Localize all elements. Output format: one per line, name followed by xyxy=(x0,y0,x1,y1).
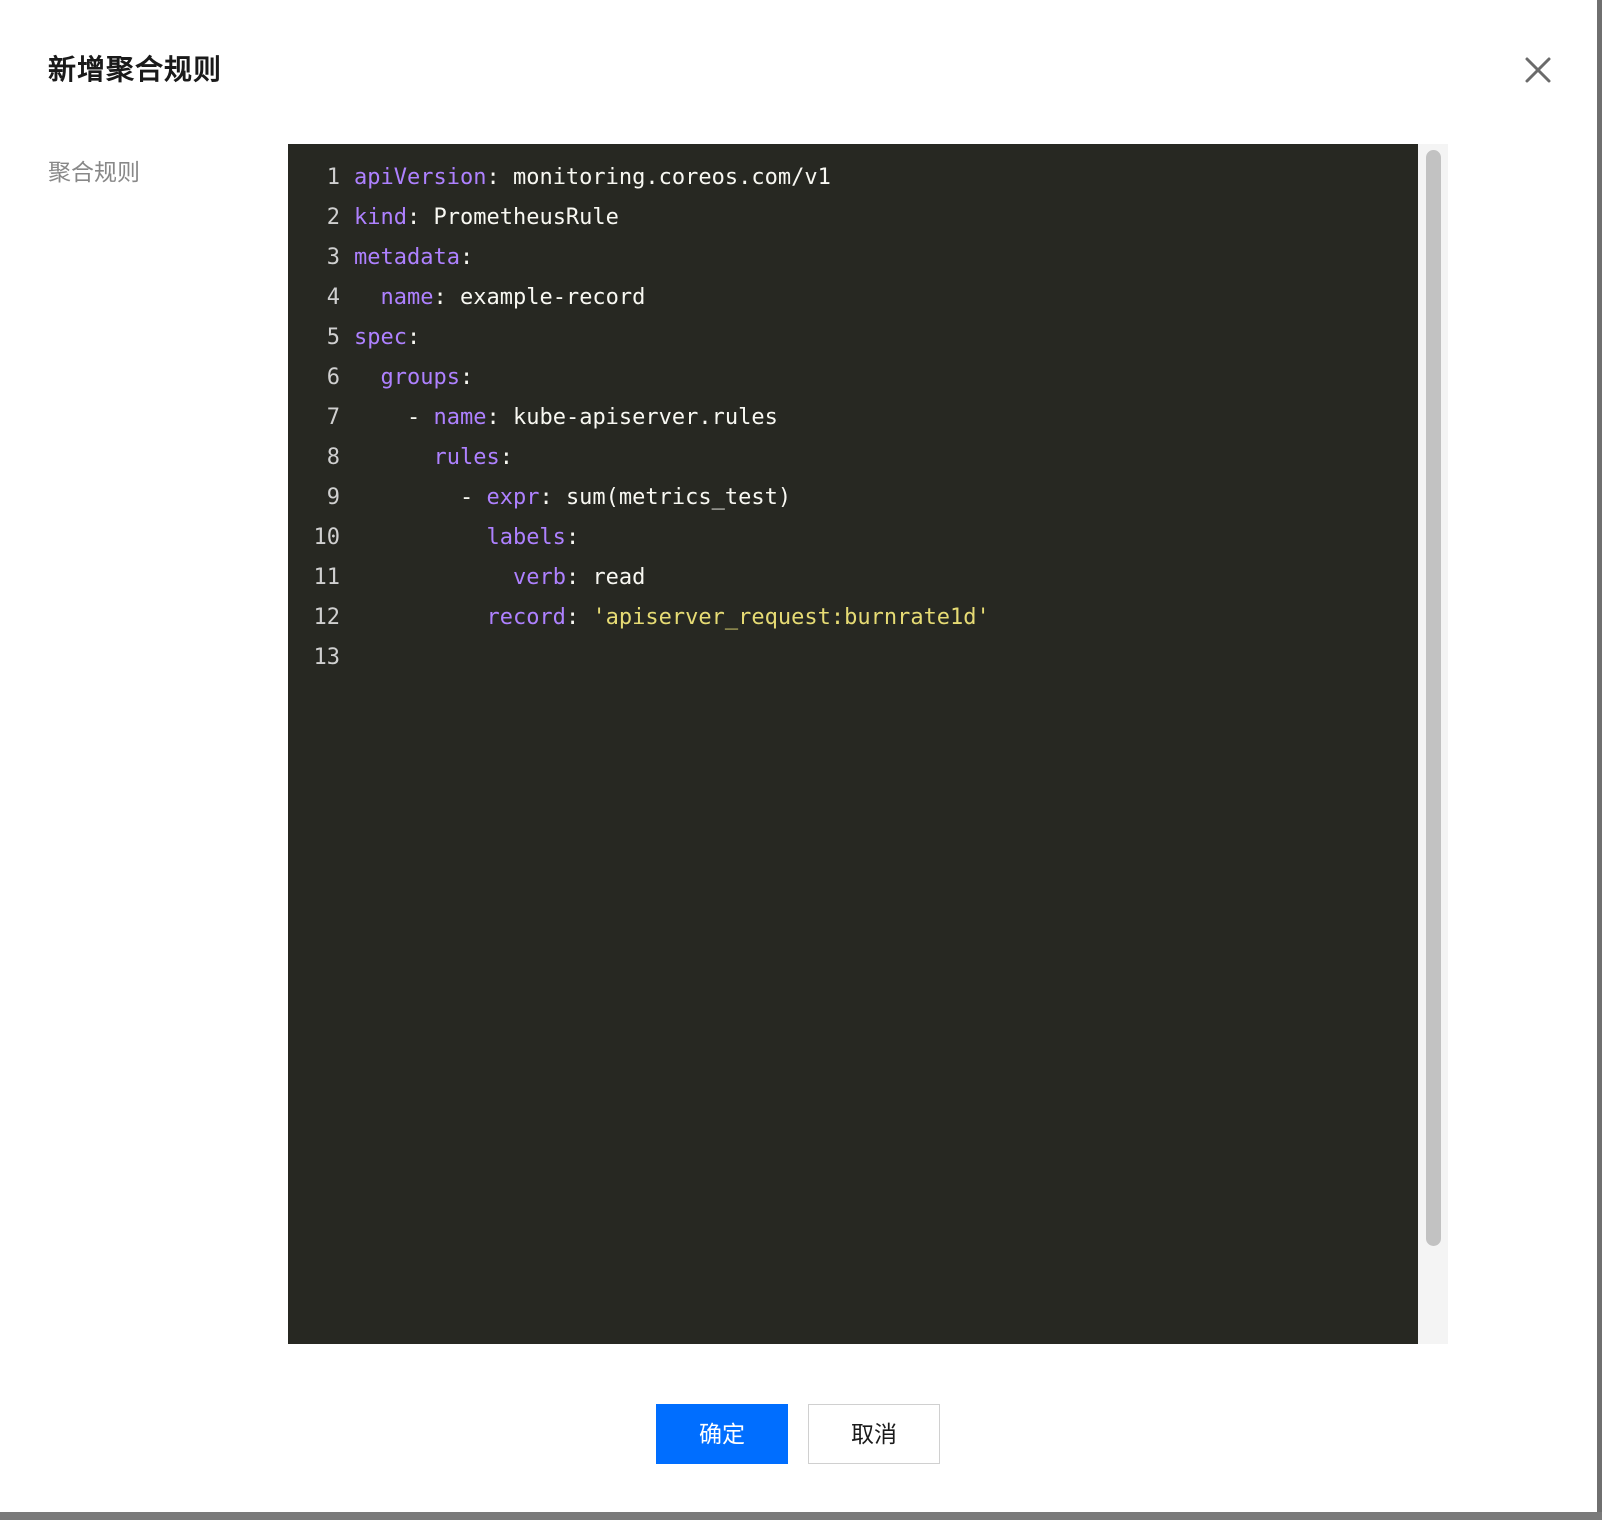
line-code: kind: PrometheusRule xyxy=(340,198,619,238)
line-code: verb: read xyxy=(340,558,645,598)
code-token: : xyxy=(499,445,513,470)
code-token: read xyxy=(592,565,646,590)
code-token: 'apiserver_request:burnrate1d' xyxy=(592,605,990,630)
line-number: 12 xyxy=(313,605,341,630)
code-token: name xyxy=(380,285,434,310)
code-line[interactable]: 8 rules: xyxy=(288,438,1388,478)
code-line[interactable]: 6 groups: xyxy=(288,358,1388,398)
code-line[interactable]: 7 - name: kube-apiserver.rules xyxy=(288,398,1388,438)
line-code: record: 'apiserver_request:burnrate1d' xyxy=(340,598,990,638)
line-code: rules: xyxy=(340,438,513,478)
line-number: 7 xyxy=(326,405,340,430)
code-line[interactable]: 5 spec: xyxy=(288,318,1388,358)
code-token: rules xyxy=(433,445,500,470)
code-token: - xyxy=(354,405,434,430)
code-token: name xyxy=(433,405,487,430)
code-token: : xyxy=(565,565,593,590)
code-editor[interactable]: 1 apiVersion: monitoring.coreos.com/v1 2 ki… xyxy=(288,144,1418,1344)
editor-lines: 1 apiVersion: monitoring.coreos.com/v1 2 ki… xyxy=(288,158,1388,678)
line-code: spec: xyxy=(340,318,420,358)
line-code: - name: kube-apiserver.rules xyxy=(340,398,778,438)
cancel-button[interactable]: 取消 xyxy=(808,1404,940,1464)
backdrop-edge xyxy=(1597,0,1602,1512)
code-token: : xyxy=(433,285,460,310)
code-line[interactable]: 11 verb: read xyxy=(288,558,1388,598)
line-number: 13 xyxy=(313,645,341,670)
code-token: verb xyxy=(512,565,566,590)
line-number: 8 xyxy=(326,445,340,470)
code-line[interactable]: 4 name: example-record xyxy=(288,278,1388,318)
code-token: : xyxy=(486,405,513,430)
confirm-button[interactable]: 确定 xyxy=(656,1404,788,1464)
code-token: spec xyxy=(354,325,407,350)
dialog-title: 新增聚合规则 xyxy=(48,53,223,86)
code-line[interactable]: 2 kind: PrometheusRule xyxy=(288,198,1388,238)
line-number: 11 xyxy=(313,565,341,590)
code-token: : xyxy=(539,485,566,510)
line-number: 4 xyxy=(326,285,340,310)
line-number: 2 xyxy=(326,205,340,230)
code-token: apiVersion xyxy=(354,165,487,190)
code-line[interactable]: 3 metadata: xyxy=(288,238,1388,278)
line-code: - expr: sum(metrics_test) xyxy=(340,478,791,518)
code-token: labels xyxy=(486,525,566,550)
code-token: kube-apiserver.rules xyxy=(512,405,778,430)
code-token: : xyxy=(459,245,474,270)
add-aggregation-rule-dialog: 新增聚合规则 聚合规则 1 apiVersion: monitoring.core… xyxy=(0,0,1597,1512)
code-token: : xyxy=(406,325,421,350)
code-line[interactable]: 12 record: 'apiserver_request:burnrate1d… xyxy=(288,598,1388,638)
line-number: 3 xyxy=(326,245,340,270)
line-code: apiVersion: monitoring.coreos.com/v1 xyxy=(340,158,831,198)
code-token: kind xyxy=(354,205,407,230)
code-token: monitoring.coreos.com/v1 xyxy=(512,165,831,190)
code-line[interactable]: 10 labels: xyxy=(288,518,1388,558)
code-token: : xyxy=(565,605,593,630)
line-code: labels: xyxy=(340,518,579,558)
line-number: 10 xyxy=(313,525,341,550)
close-icon xyxy=(1525,57,1551,83)
code-token: record xyxy=(486,605,566,630)
code-token: : xyxy=(486,165,513,190)
line-number: 9 xyxy=(326,485,340,510)
code-token: metadata xyxy=(354,245,460,270)
editor-scrollbar-thumb[interactable] xyxy=(1426,150,1441,1246)
line-number: 6 xyxy=(326,365,340,390)
code-line[interactable]: 13 xyxy=(288,638,1388,678)
line-code: name: example-record xyxy=(340,278,646,318)
code-token: : xyxy=(565,525,580,550)
line-number: 5 xyxy=(326,325,340,350)
code-token: expr xyxy=(486,485,540,510)
code-line[interactable]: 9 - expr: sum(metrics_test) xyxy=(288,478,1388,518)
code-token: groups xyxy=(380,365,460,390)
line-number: 1 xyxy=(326,165,340,190)
code-token: : xyxy=(406,205,434,230)
code-line[interactable]: 1 apiVersion: monitoring.coreos.com/v1 xyxy=(288,158,1388,198)
code-token: example-record xyxy=(459,285,646,310)
code-token: PrometheusRule xyxy=(433,205,619,230)
code-token: sum(metrics_test) xyxy=(565,485,792,510)
line-code: groups: xyxy=(340,358,474,398)
close-button[interactable] xyxy=(1520,52,1556,88)
code-token: : xyxy=(459,365,474,390)
rule-field-label: 聚合规则 xyxy=(48,160,140,186)
code-token: - xyxy=(354,485,487,510)
line-code: metadata: xyxy=(340,238,473,278)
